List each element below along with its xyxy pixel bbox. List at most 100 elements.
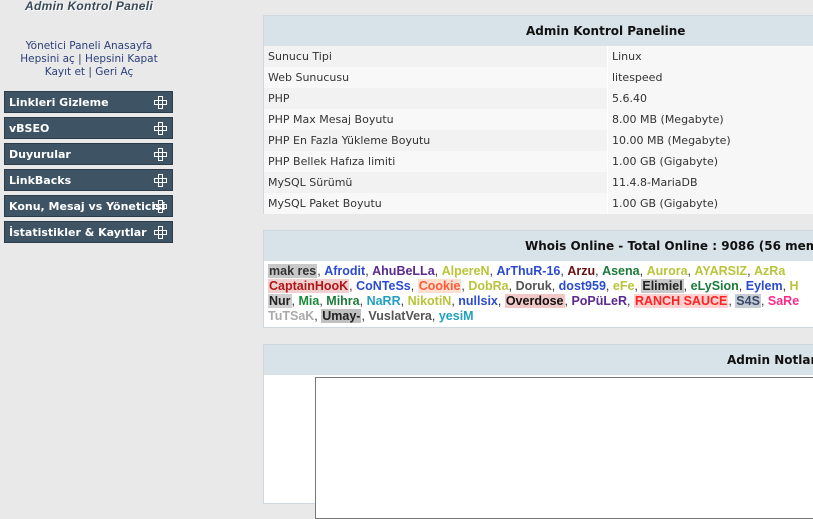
table-row: PHP Bellek Hafıza limiti1.00 GB (Gigabyt… — [264, 151, 813, 172]
sidebar-menu: Linkleri Gizleme vBSEO Duyurular LinkBac… — [4, 91, 173, 247]
online-user-link[interactable]: VuslatVera — [368, 309, 431, 323]
online-user-link[interactable]: mak res — [268, 264, 317, 278]
user-separator: , — [509, 279, 516, 293]
info-key: Web Sunucusu — [264, 67, 608, 88]
online-user-link[interactable]: CoNTeSs — [356, 279, 411, 293]
expand-all-link[interactable]: Hepsini aç — [20, 53, 75, 65]
online-user-link[interactable]: PoPüLeR — [571, 294, 627, 308]
online-user-link[interactable]: SaRe — [768, 294, 799, 308]
online-user-link[interactable]: CaptainHooK — [268, 279, 349, 293]
info-value: 1.00 GB (Gigabyte) — [608, 151, 813, 172]
info-key: PHP Max Mesaj Boyutu — [264, 109, 608, 130]
online-user-link[interactable]: nullsix — [458, 294, 498, 308]
collapse-all-link[interactable]: Hepsini Kapat — [85, 53, 158, 65]
sidebar-item-label: Konu, Mesaj vs Yöneticisi — [9, 200, 166, 213]
expand-plus-icon[interactable] — [154, 200, 167, 213]
sidebar-item-statistics-logs[interactable]: İstatistikler & Kayıtlar — [4, 221, 173, 243]
online-user-link[interactable]: DobRa — [468, 279, 508, 293]
table-row: PHP En Fazla Yükleme Boyutu10.00 MB (Meg… — [264, 130, 813, 151]
online-user-link[interactable]: eLySion — [691, 279, 739, 293]
online-user-link[interactable]: dost959 — [559, 279, 606, 293]
sidebar-item-label: vBSEO — [9, 122, 49, 135]
sidebar-item-label: İstatistikler & Kayıtlar — [9, 226, 147, 239]
sidebar-item-vbseo[interactable]: vBSEO — [4, 117, 173, 139]
link-separator: | — [88, 66, 92, 78]
online-users-line: mak res, Afrodit, AhuBeLLa, AlpereN, ArT… — [268, 264, 813, 279]
expand-plus-icon[interactable] — [154, 96, 167, 109]
online-user-link[interactable]: S4S — [735, 294, 761, 308]
sidebar-item-linkbacks[interactable]: LinkBacks — [4, 169, 173, 191]
sidebar-item-link-hiding[interactable]: Linkleri Gizleme — [4, 91, 173, 113]
online-user-link[interactable]: NikotiN — [408, 294, 452, 308]
online-user-link[interactable]: Mihra — [326, 294, 359, 308]
online-user-link[interactable]: NaRR — [367, 294, 401, 308]
sidebar-quick-links: Yönetici Paneli Anasayfa Hepsini aç | He… — [0, 40, 178, 79]
expand-plus-icon[interactable] — [154, 148, 167, 161]
table-row: PHP5.6.40 — [264, 88, 813, 109]
table-row: Web Sunucusulitespeed — [264, 67, 813, 88]
online-user-link[interactable]: AYARSIZ — [695, 264, 748, 278]
expand-plus-icon[interactable] — [154, 174, 167, 187]
online-user-link[interactable]: Umay- — [321, 309, 361, 323]
online-user-link[interactable]: RANCH SAUCE — [634, 294, 728, 308]
user-separator: , — [739, 279, 746, 293]
user-separator: , — [684, 279, 691, 293]
server-info-panel: Admin Kontrol Paneline Sunucu TipiLinux … — [263, 15, 813, 214]
admin-notes-textarea[interactable] — [315, 377, 813, 519]
online-user-link[interactable]: eFe — [613, 279, 635, 293]
online-user-link[interactable]: ArThuR-16 — [496, 264, 560, 278]
online-user-link[interactable]: Mia — [298, 294, 319, 308]
online-user-link[interactable]: Eylem — [746, 279, 783, 293]
table-row: PHP Max Mesaj Boyutu8.00 MB (Megabyte) — [264, 109, 813, 130]
panel-title: Admin Kontrol Paneline — [264, 16, 813, 46]
online-user-link[interactable]: Nur — [268, 294, 292, 308]
online-user-link[interactable]: H — [790, 279, 799, 293]
expand-plus-icon[interactable] — [154, 122, 167, 135]
info-value: 1.00 GB (Gigabyte) — [608, 193, 813, 214]
user-separator: , — [640, 264, 647, 278]
user-separator: , — [747, 264, 754, 278]
online-user-link[interactable]: Overdose — [505, 294, 565, 308]
online-user-link[interactable]: Asena — [602, 264, 640, 278]
expand-plus-icon[interactable] — [154, 226, 167, 239]
online-user-link[interactable]: Doruk — [516, 279, 552, 293]
user-separator: , — [401, 294, 408, 308]
online-users-line: TuTSaK, Umay-, VuslatVera, yesiM — [268, 309, 813, 324]
save-prefs-link[interactable]: Kayıt et — [45, 66, 85, 78]
info-key: PHP — [264, 88, 608, 109]
info-key: Sunucu Tipi — [264, 46, 608, 67]
online-user-link[interactable]: AhuBeLLa — [372, 264, 435, 278]
online-user-link[interactable]: AzRa — [754, 264, 785, 278]
restore-prefs-link[interactable]: Geri Aç — [95, 66, 133, 78]
info-key: PHP En Fazla Yükleme Boyutu — [264, 130, 608, 151]
user-separator: , — [627, 294, 634, 308]
online-user-link[interactable]: Arzu — [567, 264, 595, 278]
cp-home-link[interactable]: Yönetici Paneli Anasayfa — [26, 40, 153, 52]
link-separator: | — [78, 53, 82, 65]
sidebar-item-label: Duyurular — [9, 148, 71, 161]
online-user-link[interactable]: Afrodit — [324, 264, 365, 278]
admin-panel-logo: Admin Kontrol Paneli — [25, 0, 153, 13]
online-user-link[interactable]: AlpereN — [442, 264, 490, 278]
user-separator: , — [783, 279, 790, 293]
online-user-link[interactable]: Elimiel — [641, 279, 683, 293]
panel-title: Whois Online - Total Online : 9086 (56 m… — [264, 231, 813, 261]
online-user-link[interactable]: Aurora — [647, 264, 688, 278]
user-separator: , — [360, 294, 367, 308]
info-value: 8.00 MB (Megabyte) — [608, 109, 813, 130]
user-separator: , — [552, 279, 559, 293]
user-separator: , — [411, 279, 418, 293]
online-users-line: CaptainHooK, CoNTeSs, Cookie, DobRa, Dor… — [268, 279, 813, 294]
sidebar-item-thread-post-manager[interactable]: Konu, Mesaj vs Yöneticisi — [4, 195, 173, 217]
table-row: MySQL Sürümü11.4.8-MariaDB — [264, 172, 813, 193]
user-separator: , — [435, 264, 442, 278]
sidebar: Admin Kontrol Paneli Yönetici Paneli Ana… — [0, 0, 180, 494]
sidebar-item-announcements[interactable]: Duyurular — [4, 143, 173, 165]
online-user-link[interactable]: yesiM — [439, 309, 474, 323]
sidebar-item-label: Linkleri Gizleme — [9, 96, 109, 109]
online-user-link[interactable]: Cookie — [418, 279, 462, 293]
table-row: MySQL Paket Boyutu1.00 GB (Gigabyte) — [264, 193, 813, 214]
online-user-link[interactable]: TuTSaK — [268, 309, 314, 323]
table-row: Sunucu TipiLinux — [264, 46, 813, 67]
server-info-table: Sunucu TipiLinux Web Sunucusulitespeed P… — [264, 46, 813, 214]
